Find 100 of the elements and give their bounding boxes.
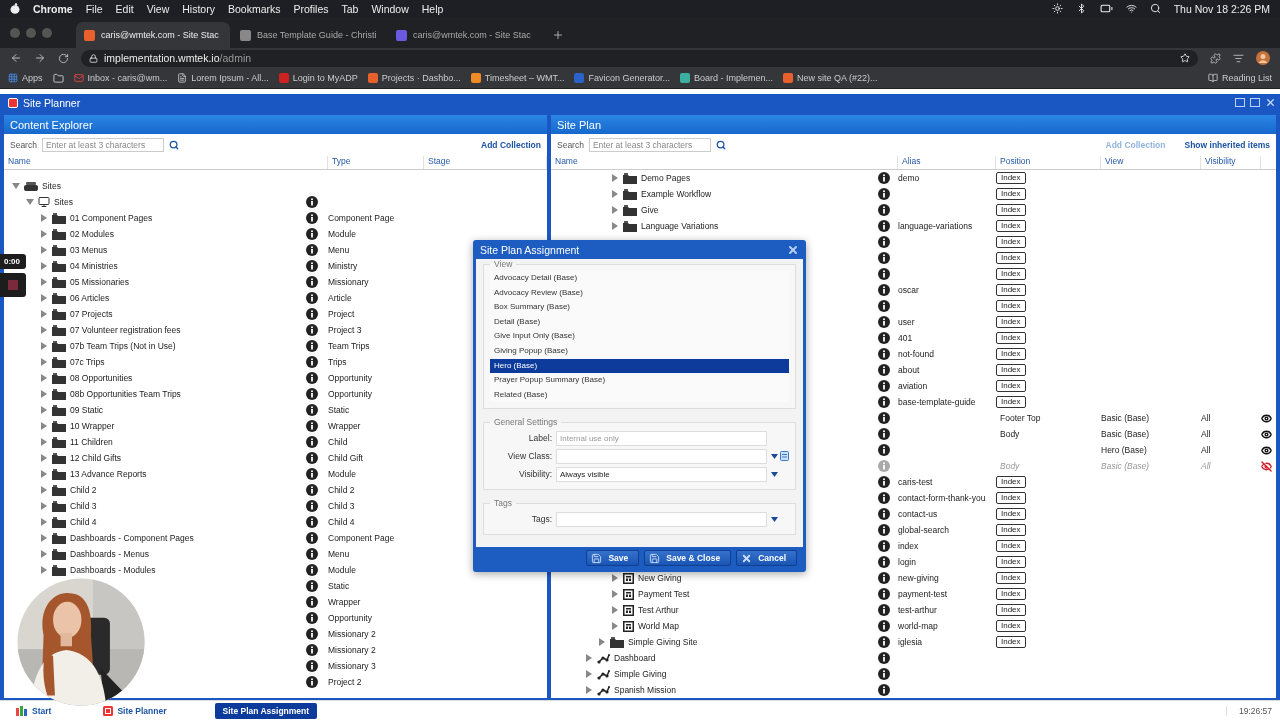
browser-tab[interactable]: caris@wmtek.com - Site Stac <box>76 22 230 48</box>
address-bar[interactable]: implementation.wmtek.io/admin <box>81 49 1198 67</box>
select-field[interactable] <box>556 511 767 527</box>
collapse-arrow-icon[interactable] <box>26 198 34 206</box>
index-button[interactable]: Index <box>996 188 1026 200</box>
index-button[interactable]: Index <box>996 284 1026 296</box>
menu-item[interactable]: File <box>85 2 103 15</box>
expand-arrow-icon[interactable] <box>40 566 48 574</box>
index-button[interactable]: Index <box>996 524 1026 536</box>
expand-arrow-icon[interactable] <box>40 246 48 254</box>
tree-item[interactable]: Example Workflow <box>641 189 712 199</box>
eye-icon[interactable] <box>1261 412 1272 424</box>
expand-arrow-icon[interactable] <box>40 390 48 398</box>
info-icon[interactable] <box>878 668 890 680</box>
tree-item[interactable]: Child 4 <box>70 517 97 527</box>
index-button[interactable]: Index <box>996 364 1026 376</box>
expand-arrow-icon[interactable] <box>40 310 48 318</box>
tree-item[interactable]: Demo Pages <box>641 173 691 183</box>
media-icon[interactable] <box>1233 52 1244 64</box>
expand-arrow-icon[interactable] <box>40 550 48 558</box>
expand-arrow-icon[interactable] <box>40 422 48 430</box>
info-icon[interactable] <box>306 484 318 496</box>
column-header[interactable]: Type <box>328 156 424 169</box>
info-icon[interactable] <box>878 604 890 616</box>
expand-arrow-icon[interactable] <box>40 278 48 286</box>
tree-item[interactable]: Sites <box>42 181 61 191</box>
index-button[interactable]: Index <box>996 204 1026 216</box>
info-icon[interactable] <box>306 228 318 240</box>
expand-arrow-icon[interactable] <box>585 654 593 662</box>
forward-icon[interactable] <box>34 52 46 64</box>
zoom-window-dot[interactable] <box>42 28 52 38</box>
index-button[interactable]: Index <box>996 604 1026 616</box>
tree-item[interactable]: 02 Modules <box>70 229 114 239</box>
tree-item[interactable]: Child 3 <box>70 501 97 511</box>
start-button[interactable]: Start <box>8 702 60 719</box>
tree-item[interactable]: Give <box>641 205 659 215</box>
add-collection-link[interactable]: Add Collection <box>481 140 541 150</box>
list-edit-icon[interactable] <box>780 451 789 462</box>
column-header[interactable]: Position <box>996 156 1101 169</box>
search-icon[interactable] <box>715 140 726 150</box>
info-icon[interactable] <box>306 532 318 544</box>
info-icon[interactable] <box>306 404 318 416</box>
tree-item[interactable]: Dashboards - Menus <box>70 549 149 559</box>
info-icon[interactable] <box>878 300 890 312</box>
index-button[interactable]: Index <box>996 220 1026 232</box>
info-icon[interactable] <box>878 620 890 632</box>
index-button[interactable]: Index <box>996 300 1026 312</box>
tree-item[interactable]: 13 Advance Reports <box>70 469 147 479</box>
tree-item[interactable]: 06 Articles <box>70 293 110 303</box>
index-button[interactable]: Index <box>996 636 1026 648</box>
expand-arrow-icon[interactable] <box>40 534 48 542</box>
tree-item[interactable]: Language Variations <box>641 221 719 231</box>
back-icon[interactable] <box>10 52 22 64</box>
search-icon[interactable] <box>1149 3 1161 14</box>
info-icon[interactable] <box>306 660 318 672</box>
index-button[interactable]: Index <box>996 348 1026 360</box>
dropdown-caret-icon[interactable] <box>771 453 778 459</box>
tree-item[interactable]: Dashboard <box>614 653 656 663</box>
expand-arrow-icon[interactable] <box>40 502 48 510</box>
tree-item[interactable]: Dashboards - Modules <box>70 565 156 575</box>
info-icon[interactable] <box>306 196 318 208</box>
expand-arrow-icon[interactable] <box>40 406 48 414</box>
expand-arrow-icon[interactable] <box>611 590 619 598</box>
wifi-icon[interactable] <box>1125 3 1137 14</box>
expand-arrow-icon[interactable] <box>40 342 48 350</box>
info-icon[interactable] <box>306 308 318 320</box>
info-icon[interactable] <box>306 644 318 656</box>
bookmark[interactable]: Login to MyADP <box>278 73 358 83</box>
expand-arrow-icon[interactable] <box>611 622 619 630</box>
view-option[interactable]: Hero (Base) <box>490 358 789 374</box>
info-icon[interactable] <box>878 252 890 264</box>
info-icon[interactable] <box>878 556 890 568</box>
column-header[interactable]: View <box>1101 156 1201 169</box>
expand-arrow-icon[interactable] <box>40 294 48 302</box>
view-option[interactable]: Prayer Popup Summary (Base) <box>490 373 789 388</box>
search-field[interactable]: Enter at least 3 characters <box>588 138 711 152</box>
bookmark[interactable] <box>52 72 64 84</box>
text-field[interactable]: Internal use only <box>556 430 767 446</box>
menu-item[interactable]: Tab <box>341 2 359 15</box>
info-icon[interactable] <box>878 268 890 280</box>
info-icon[interactable] <box>306 276 318 288</box>
info-icon[interactable] <box>878 220 890 232</box>
info-icon[interactable] <box>878 348 890 360</box>
tree-item[interactable]: 07 Volunteer registration fees <box>70 325 181 335</box>
select-field[interactable] <box>556 448 767 464</box>
browser-tab[interactable]: Base Template Guide - Christi <box>232 22 386 48</box>
browser-tab[interactable]: caris@wmtek.com - Site Stac <box>388 22 542 48</box>
info-icon[interactable] <box>878 188 890 200</box>
info-icon[interactable] <box>878 380 890 392</box>
tree-item[interactable]: New Giving <box>638 573 682 583</box>
eye-icon[interactable] <box>1261 444 1272 456</box>
bookmark[interactable]: Apps <box>8 73 43 83</box>
bookmark[interactable]: Timesheet – WMT... <box>470 73 565 83</box>
dialog-button[interactable]: Save & Close <box>644 550 732 566</box>
index-button[interactable]: Index <box>996 556 1026 568</box>
info-icon[interactable] <box>878 204 890 216</box>
expand-arrow-icon[interactable] <box>40 374 48 382</box>
reading-list[interactable]: Reading List <box>1207 73 1272 83</box>
index-button[interactable]: Index <box>996 172 1026 184</box>
info-icon[interactable] <box>878 172 890 184</box>
